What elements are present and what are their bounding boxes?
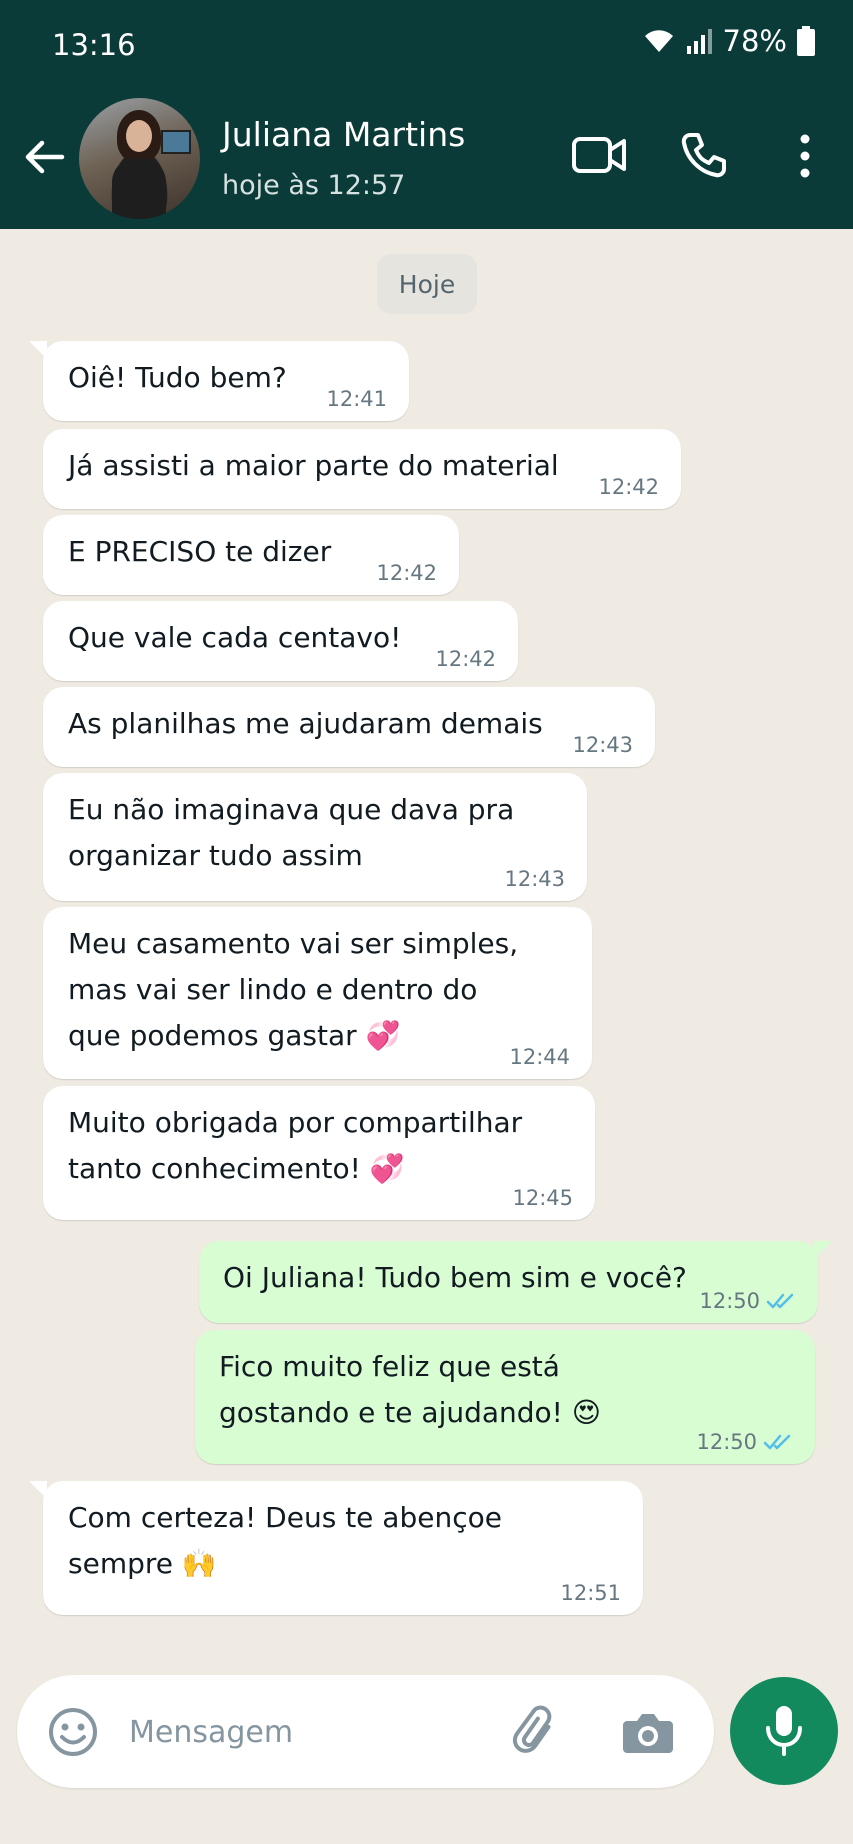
battery-percent: 78% — [722, 24, 787, 58]
message-time-value: 12:50 — [696, 1430, 757, 1454]
avatar-background-tv — [161, 130, 191, 154]
phone-icon[interactable] — [680, 131, 728, 179]
message-time: 12:42 — [376, 561, 437, 585]
mic-button[interactable] — [730, 1677, 838, 1785]
status-bar: 13:16 78% — [0, 0, 853, 95]
message-text: Eu não imaginava que dava pra organizar … — [68, 793, 515, 872]
message-bubble[interactable]: Já assisti a maior parte do material 12:… — [43, 429, 681, 509]
message-input[interactable] — [127, 1705, 511, 1759]
message-time-value: 12:42 — [598, 475, 659, 499]
message-bubble[interactable]: Com certeza! Deus te abençoe sempre 🙌 12… — [29, 1481, 643, 1615]
message-text: Muito obrigada por compartilhar tanto co… — [68, 1106, 523, 1185]
message-bubble[interactable]: Oiê! Tudo bem? 12:41 — [29, 341, 409, 421]
read-ticks-icon — [763, 1434, 791, 1450]
message-time: 12:50 — [696, 1430, 793, 1454]
message-time: 12:43 — [504, 867, 565, 891]
read-ticks-icon — [766, 1293, 794, 1309]
message-time-value: 12:51 — [560, 1581, 621, 1605]
bubble-tail — [29, 341, 47, 359]
message-time: 12:45 — [512, 1186, 573, 1210]
message-time: 12:42 — [435, 647, 496, 671]
message-text: E PRECISO te dizer — [68, 535, 332, 568]
message-time-value: 12:50 — [699, 1289, 760, 1313]
avatar-face — [126, 120, 152, 152]
message-time: 12:50 — [699, 1289, 796, 1313]
emoji-icon[interactable] — [47, 1706, 99, 1758]
message-text: Oi Juliana! Tudo bem sim e você? — [223, 1261, 687, 1294]
status-time: 13:16 — [52, 28, 136, 62]
message-bubble[interactable]: E PRECISO te dizer 12:42 — [43, 515, 459, 595]
message-time: 12:51 — [560, 1581, 621, 1605]
chat-area[interactable]: Hoje Oiê! Tudo bem? 12:41 Já assisti a m… — [0, 229, 853, 1664]
message-time-value: 12:43 — [572, 733, 633, 757]
message-text: Com certeza! Deus te abençoe sempre 🙌 — [68, 1501, 502, 1580]
message-bubble-outgoing[interactable]: Fico muito feliz que está gostando e te … — [195, 1330, 815, 1464]
avatar[interactable] — [79, 98, 200, 219]
paperclip-icon[interactable] — [511, 1705, 563, 1757]
message-bubble[interactable]: Meu casamento vai ser simples, mas vai s… — [43, 907, 592, 1079]
date-chip: Hoje — [377, 254, 477, 314]
message-text: Já assisti a maior parte do material — [68, 449, 559, 482]
message-time: 12:42 — [598, 475, 659, 499]
message-time-value: 12:42 — [376, 561, 437, 585]
battery-icon — [797, 26, 815, 56]
bubble-tail — [29, 1481, 47, 1499]
message-bubble[interactable]: Que vale cada centavo! 12:42 — [43, 601, 518, 681]
camera-icon[interactable] — [621, 1707, 675, 1757]
message-text: Meu casamento vai ser simples, mas vai s… — [68, 927, 519, 1052]
avatar-body — [112, 158, 166, 219]
message-time-value: 12:43 — [504, 867, 565, 891]
arrow-left-icon[interactable] — [22, 135, 66, 179]
more-vert-icon[interactable] — [790, 131, 820, 181]
signal-icon — [686, 29, 712, 54]
message-text: As planilhas me ajudaram demais — [68, 707, 543, 740]
contact-name[interactable]: Juliana Martins — [222, 115, 465, 154]
message-time-value: 12:41 — [326, 387, 387, 411]
last-seen: hoje às 12:57 — [222, 170, 406, 201]
message-text: Oiê! Tudo bem? — [68, 361, 287, 394]
message-bubble-outgoing[interactable]: Oi Juliana! Tudo bem sim e você? 12:50 — [199, 1241, 832, 1323]
chat-header: Juliana Martins hoje às 12:57 — [0, 95, 853, 229]
status-indicators: 78% — [643, 24, 815, 58]
message-text: Fico muito feliz que está gostando e te … — [219, 1350, 601, 1429]
wifi-icon — [644, 30, 673, 52]
message-time: 12:44 — [509, 1045, 570, 1069]
message-bubble[interactable]: Eu não imaginava que dava pra organizar … — [43, 773, 587, 901]
message-time-value: 12:42 — [435, 647, 496, 671]
message-time-value: 12:45 — [512, 1186, 573, 1210]
video-call-icon[interactable] — [572, 133, 626, 177]
message-bubble[interactable]: Muito obrigada por compartilhar tanto co… — [43, 1086, 595, 1220]
bubble-tail — [814, 1241, 832, 1259]
message-time-value: 12:44 — [509, 1045, 570, 1069]
message-text: Que vale cada centavo! — [68, 621, 402, 654]
message-composer — [17, 1675, 714, 1788]
top-bar: 13:16 78% Juliana Martins hoje às 12:57 — [0, 0, 853, 229]
message-time: 12:43 — [572, 733, 633, 757]
message-time: 12:41 — [326, 387, 387, 411]
message-bubble[interactable]: As planilhas me ajudaram demais 12:43 — [43, 687, 655, 767]
mic-icon — [766, 1706, 802, 1756]
